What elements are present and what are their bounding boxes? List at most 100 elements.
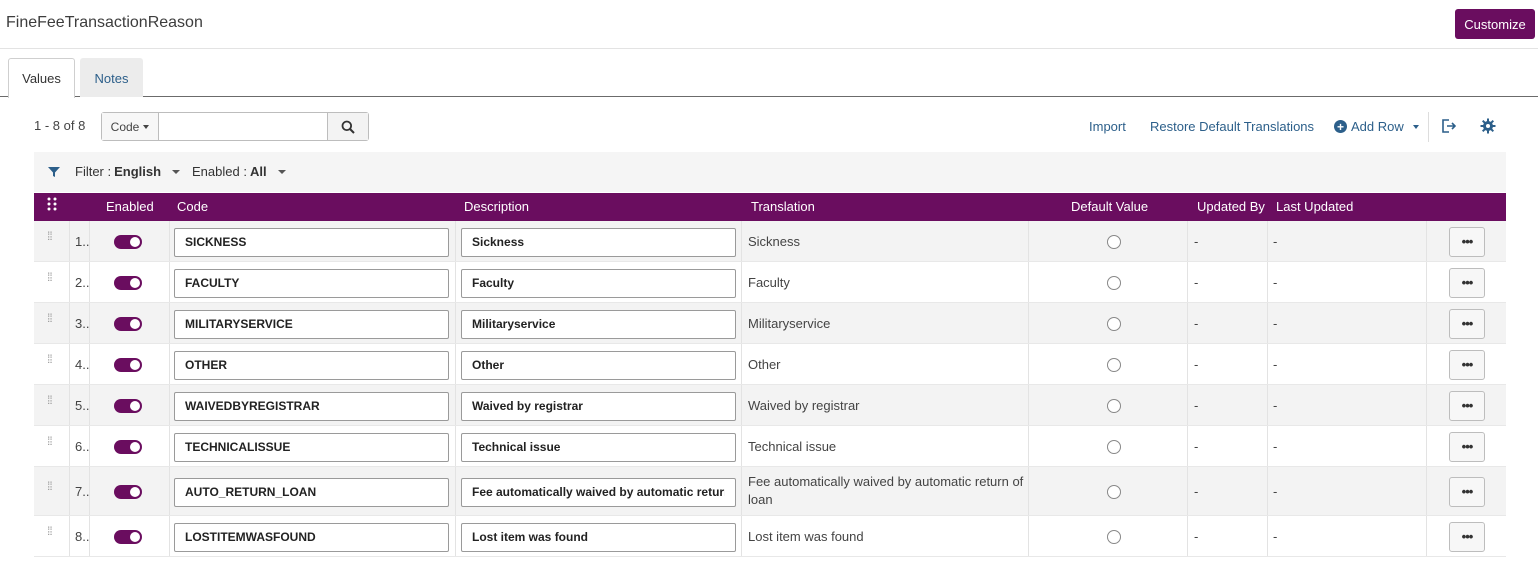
grip-icon (47, 197, 57, 211)
column-chooser-button[interactable] (47, 197, 57, 214)
description-input[interactable] (461, 350, 736, 380)
description-input[interactable] (461, 432, 736, 462)
enabled-toggle[interactable] (114, 357, 142, 372)
settings-button[interactable] (1479, 117, 1497, 135)
customize-button[interactable]: Customize (1455, 9, 1535, 39)
column-divider (455, 303, 456, 343)
drag-handle-icon[interactable]: ⁞⁞ (47, 230, 53, 242)
column-divider (69, 303, 70, 343)
column-divider (1187, 221, 1188, 261)
column-divider (1028, 516, 1029, 556)
column-divider (1267, 426, 1268, 466)
column-divider (1187, 426, 1188, 466)
column-divider (455, 426, 456, 466)
default-value-radio[interactable] (1107, 439, 1121, 454)
language-filter[interactable]: Filter : English (48, 164, 181, 179)
column-header-last-updated[interactable]: Last Updated (1276, 199, 1353, 214)
enabled-toggle[interactable] (114, 529, 142, 544)
code-input[interactable] (174, 268, 449, 298)
row-actions-button[interactable]: ••• (1449, 476, 1485, 507)
search-input[interactable] (159, 113, 328, 140)
search-button[interactable] (328, 113, 368, 140)
row-actions-button[interactable]: ••• (1449, 267, 1485, 298)
translation-text: Lost item was found (748, 528, 864, 544)
default-value-radio[interactable] (1107, 357, 1121, 372)
search-field-select[interactable]: Code (102, 113, 159, 140)
drag-handle-icon[interactable]: ⁞⁞ (47, 271, 53, 283)
code-input[interactable] (174, 432, 449, 462)
column-header-translation[interactable]: Translation (751, 199, 815, 214)
column-divider (1028, 385, 1029, 425)
column-divider (169, 516, 170, 556)
row-actions-button[interactable]: ••• (1449, 308, 1485, 339)
enabled-filter[interactable]: Enabled : All (192, 164, 286, 179)
translation-text: Technical issue (748, 438, 837, 454)
enabled-toggle[interactable] (114, 275, 142, 290)
row-actions-button[interactable]: ••• (1449, 521, 1485, 552)
code-input[interactable] (174, 477, 449, 507)
description-input[interactable] (461, 522, 736, 552)
row-actions-button[interactable]: ••• (1449, 390, 1485, 421)
row-actions-button[interactable]: ••• (1449, 431, 1485, 462)
table-row: ⁞⁞ 2.. Faculty - - ••• (34, 262, 1506, 303)
search-field-label: Code (110, 119, 140, 134)
default-value-radio[interactable] (1107, 529, 1121, 544)
default-value-radio[interactable] (1107, 234, 1121, 249)
row-number: 3.. (75, 315, 90, 331)
chevron-down-icon (1412, 124, 1419, 129)
column-divider (69, 221, 70, 261)
default-value-radio[interactable] (1107, 275, 1121, 290)
drag-handle-icon[interactable]: ⁞⁞ (47, 480, 53, 492)
description-input[interactable] (461, 227, 736, 257)
last-updated-text: - (1273, 397, 1278, 413)
column-header-enabled[interactable]: Enabled (106, 199, 154, 214)
row-number: 5.. (75, 397, 90, 413)
import-link[interactable]: Import (1089, 119, 1126, 134)
description-input[interactable] (461, 477, 736, 507)
default-value-radio[interactable] (1107, 398, 1121, 413)
code-input[interactable] (174, 522, 449, 552)
drag-handle-icon[interactable]: ⁞⁞ (47, 525, 53, 537)
column-header-description[interactable]: Description (464, 199, 529, 214)
code-input[interactable] (174, 350, 449, 380)
last-updated-text: - (1273, 233, 1278, 249)
updated-by-text: - (1194, 528, 1199, 544)
description-input[interactable] (461, 309, 736, 339)
column-header-updated-by[interactable]: Updated By (1197, 199, 1265, 214)
column-divider (69, 467, 70, 515)
default-value-radio[interactable] (1107, 316, 1121, 331)
code-input[interactable] (174, 309, 449, 339)
drag-handle-icon[interactable]: ⁞⁞ (47, 394, 53, 406)
row-actions-button[interactable]: ••• (1449, 226, 1485, 257)
tab-values[interactable]: Values (8, 58, 75, 98)
enabled-toggle[interactable] (114, 439, 142, 454)
drag-handle-icon[interactable]: ⁞⁞ (47, 353, 53, 365)
description-input[interactable] (461, 391, 736, 421)
column-divider (1028, 303, 1029, 343)
chevron-down-icon (143, 124, 150, 129)
page-title: FineFeeTransactionReason (6, 14, 203, 31)
column-divider (455, 385, 456, 425)
restore-default-translations-link[interactable]: Restore Default Translations (1150, 119, 1314, 134)
code-input[interactable] (174, 227, 449, 257)
default-value-radio[interactable] (1107, 484, 1121, 499)
tab-notes[interactable]: Notes (80, 58, 143, 97)
description-input[interactable] (461, 268, 736, 298)
table-header: Enabled Code Description Translation Def… (34, 193, 1506, 221)
drag-handle-icon[interactable]: ⁞⁞ (47, 312, 53, 324)
row-actions-button[interactable]: ••• (1449, 349, 1485, 380)
export-button[interactable] (1439, 117, 1457, 135)
column-divider (1267, 221, 1268, 261)
updated-by-text: - (1194, 233, 1199, 249)
enabled-toggle[interactable] (114, 234, 142, 249)
enabled-toggle[interactable] (114, 484, 142, 499)
column-divider (69, 516, 70, 556)
column-header-default-value[interactable]: Default Value (1071, 199, 1148, 214)
enabled-toggle[interactable] (114, 316, 142, 331)
code-input[interactable] (174, 391, 449, 421)
enabled-toggle[interactable] (114, 398, 142, 413)
drag-handle-icon[interactable]: ⁞⁞ (47, 435, 53, 447)
column-header-code[interactable]: Code (177, 199, 208, 214)
add-row-button[interactable]: + Add Row (1334, 119, 1419, 134)
column-divider (169, 262, 170, 302)
